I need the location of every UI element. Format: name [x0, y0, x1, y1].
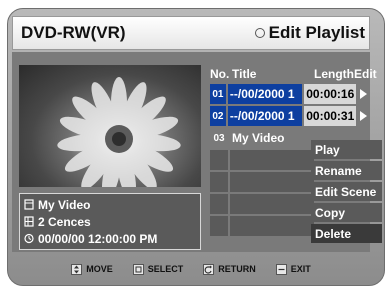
- enter-icon: [132, 263, 144, 275]
- row-number: [210, 216, 228, 236]
- info-scenes-row: 2 Cences: [24, 213, 196, 230]
- title-info-box: My Video 2 Cences 00/00/00 12:00:00 PM: [19, 193, 201, 250]
- row-number: 03: [210, 128, 228, 148]
- app-title: DVD-RW(VR): [21, 23, 126, 42]
- hint-return: RETURN: [203, 263, 256, 275]
- return-icon: [203, 263, 215, 275]
- hint-bar: MOVE SELECT RETURN EXIT: [12, 254, 370, 284]
- context-menu: Play Rename Edit Scene Copy Delete: [311, 140, 382, 245]
- menu-item-play[interactable]: Play: [311, 140, 382, 159]
- row-number: [210, 194, 228, 214]
- row-edit-button[interactable]: [358, 106, 370, 126]
- play-arrow-icon: [360, 111, 368, 121]
- row-title: --/00/2000 1: [227, 106, 303, 126]
- document-icon: [24, 199, 34, 210]
- menu-item-copy[interactable]: Copy: [311, 203, 382, 222]
- film-icon: [24, 216, 34, 227]
- info-scenes: 2 Cences: [38, 214, 91, 229]
- hint-select-label: SELECT: [147, 264, 184, 274]
- screen-title-group: Edit Playlist: [254, 23, 365, 43]
- info-datetime-row: 00/00/00 12:00:00 PM: [24, 230, 196, 247]
- menu-item-rename[interactable]: Rename: [311, 161, 382, 180]
- row-length: 00:00:31: [304, 106, 356, 126]
- row-number: [210, 150, 228, 170]
- hint-exit-label: EXIT: [290, 264, 311, 274]
- hint-move: MOVE: [71, 263, 113, 275]
- menu-item-edit-scene[interactable]: Edit Scene: [311, 182, 382, 201]
- info-title-row: My Video: [24, 196, 196, 213]
- row-title: [230, 172, 314, 192]
- updown-arrows-icon: [71, 263, 83, 275]
- row-title: My Video: [230, 128, 314, 148]
- row-title: [230, 150, 314, 170]
- preview-thumbnail: [19, 65, 201, 187]
- header-length: Length: [314, 67, 354, 81]
- screen-title: Edit Playlist: [268, 23, 365, 42]
- row-number: 02: [210, 106, 226, 126]
- title-bar: DVD-RW(VR) Edit Playlist: [12, 16, 370, 50]
- info-datetime: 00/00/00 12:00:00 PM: [38, 231, 158, 246]
- header-title: Title: [232, 67, 257, 81]
- header-no: No.: [210, 67, 230, 81]
- circle-icon: [254, 28, 265, 38]
- clock-icon: [24, 233, 34, 244]
- hint-move-label: MOVE: [86, 264, 113, 274]
- hint-return-label: RETURN: [218, 264, 256, 274]
- header-edit: Edit: [354, 67, 377, 81]
- play-arrow-icon: [360, 89, 368, 99]
- row-length: 00:00:16: [304, 84, 356, 104]
- row-title: [230, 194, 314, 214]
- exit-icon: [275, 263, 287, 275]
- row-edit-button[interactable]: [358, 84, 370, 104]
- row-title: [230, 216, 314, 236]
- table-header: No. Title Length Edit: [210, 64, 377, 84]
- row-number: [210, 172, 228, 192]
- row-title: --/00/2000 1: [227, 84, 303, 104]
- hint-select: SELECT: [132, 263, 184, 275]
- table-row[interactable]: 02 --/00/2000 1 00:00:31: [210, 106, 370, 126]
- hint-exit: EXIT: [275, 263, 311, 275]
- table-row[interactable]: 01 --/00/2000 1 00:00:16: [210, 84, 370, 104]
- flower-image: [57, 77, 181, 187]
- menu-item-delete[interactable]: Delete: [311, 224, 382, 243]
- info-title: My Video: [38, 197, 91, 212]
- row-number: 01: [210, 84, 226, 104]
